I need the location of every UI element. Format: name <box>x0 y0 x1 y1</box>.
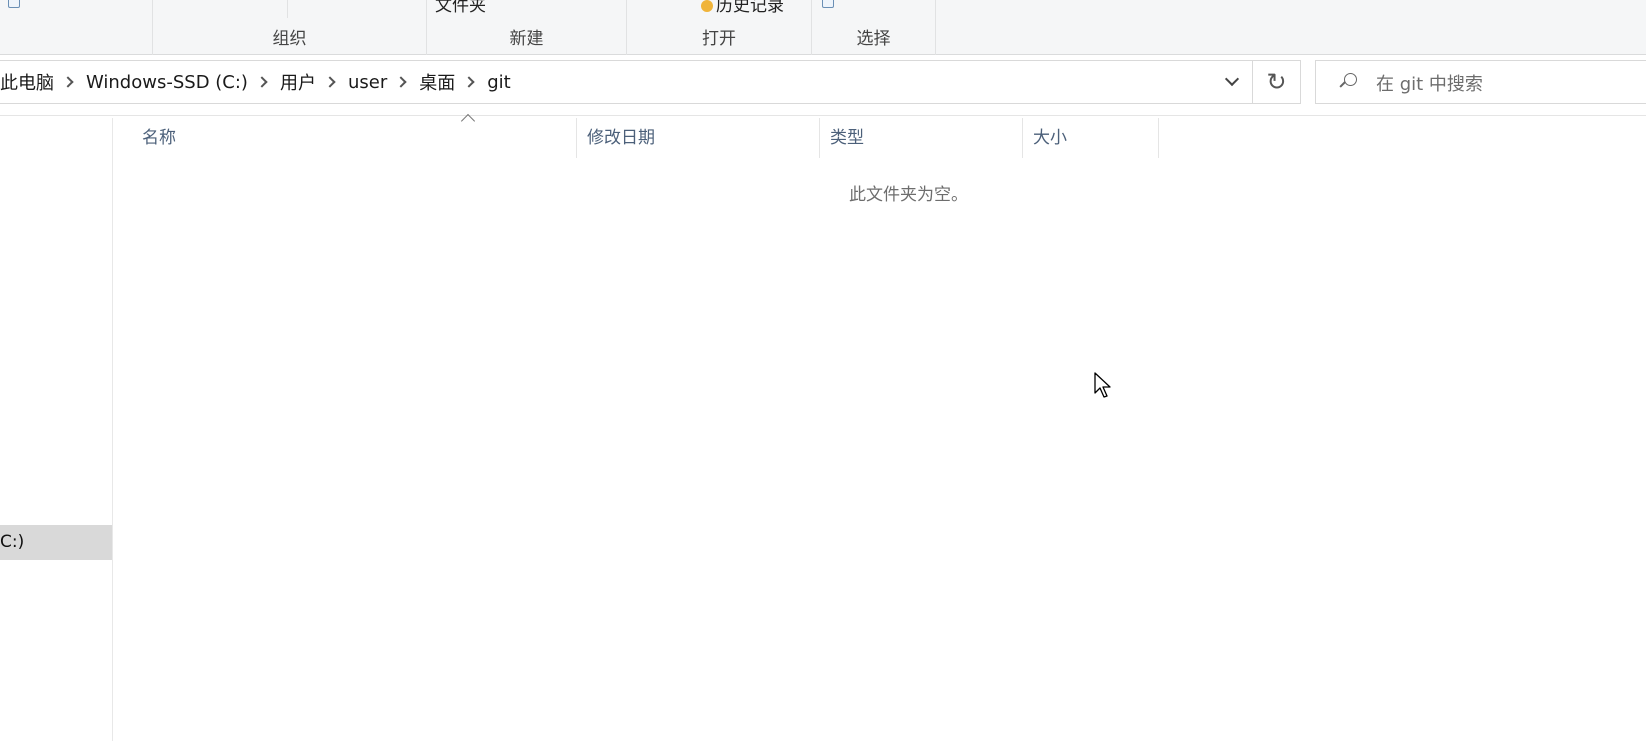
history-button[interactable]: 历史记录 <box>701 0 784 16</box>
column-header-type[interactable]: 类型 <box>820 118 1023 158</box>
crumb-this-pc[interactable]: 此电脑 <box>0 69 54 95</box>
search-placeholder: 在 git 中搜索 <box>1376 74 1483 95</box>
ribbon: 组织 文件夹 新建 历史记录 打开 选择 <box>0 0 1646 55</box>
column-header-size-label: 大小 <box>1033 128 1067 148</box>
column-header-size[interactable]: 大小 <box>1023 118 1159 158</box>
history-icon <box>701 0 713 12</box>
cursor-icon <box>1094 372 1111 398</box>
chevron-right-icon[interactable] <box>256 76 268 88</box>
ribbon-group-clipboard <box>0 0 153 55</box>
column-header-type-label: 类型 <box>830 128 864 148</box>
ribbon-group-label-new: 新建 <box>509 29 544 49</box>
chevron-down-icon <box>1224 71 1240 87</box>
ribbon-group-label-open: 打开 <box>702 29 736 49</box>
column-header-date[interactable]: 修改日期 <box>577 118 820 158</box>
refresh-button[interactable]: ↻ <box>1252 61 1300 103</box>
crumb-drive[interactable]: Windows-SSD (C:) <box>86 72 248 93</box>
chevron-right-icon[interactable] <box>324 76 336 88</box>
chevron-right-icon[interactable] <box>395 76 407 88</box>
search-icon <box>1340 73 1357 89</box>
empty-folder-message: 此文件夹为空。 <box>849 185 968 205</box>
sort-up-icon <box>460 113 476 129</box>
ribbon-group-label-select: 选择 <box>856 29 891 49</box>
address-bar[interactable]: 此电脑 Windows-SSD (C:) 用户 user 桌面 git ↻ <box>0 60 1301 104</box>
ribbon-group-new: 文件夹 新建 <box>427 0 627 55</box>
history-label: 历史记录 <box>716 0 784 16</box>
chevron-right-icon[interactable] <box>62 76 74 88</box>
chevron-right-icon[interactable] <box>463 76 475 88</box>
nav-item-label: C:) <box>0 532 25 552</box>
address-history-dropdown[interactable] <box>1213 61 1251 103</box>
crumb-git[interactable]: git <box>487 72 510 93</box>
new-folder-button[interactable]: 文件夹 <box>435 0 486 16</box>
ribbon-group-open: 历史记录 打开 <box>627 0 812 55</box>
crumb-users[interactable]: 用户 <box>280 69 316 95</box>
search-input[interactable]: 在 git 中搜索 <box>1315 60 1646 104</box>
address-row: 此电脑 Windows-SSD (C:) 用户 user 桌面 git ↻ 在 … <box>0 56 1646 116</box>
column-header-date-label: 修改日期 <box>587 128 655 148</box>
ribbon-group-select: 选择 <box>812 0 936 55</box>
column-headers: 名称 修改日期 类型 大小 <box>115 113 1646 158</box>
ribbon-group-organize: 组织 <box>153 0 427 55</box>
clipboard-icon[interactable] <box>8 0 20 8</box>
column-header-name-label: 名称 <box>142 128 176 148</box>
navigation-pane[interactable]: C:) <box>0 118 113 741</box>
select-icon[interactable] <box>822 0 834 8</box>
ribbon-group-label-organize: 组织 <box>272 29 307 49</box>
refresh-icon: ↻ <box>1266 68 1287 96</box>
nav-item-drive[interactable]: C:) <box>0 525 112 560</box>
crumb-user[interactable]: user <box>348 72 387 93</box>
column-header-name[interactable]: 名称 <box>115 113 577 158</box>
breadcrumb: 此电脑 Windows-SSD (C:) 用户 user 桌面 git <box>0 61 511 103</box>
crumb-desktop[interactable]: 桌面 <box>419 69 455 95</box>
